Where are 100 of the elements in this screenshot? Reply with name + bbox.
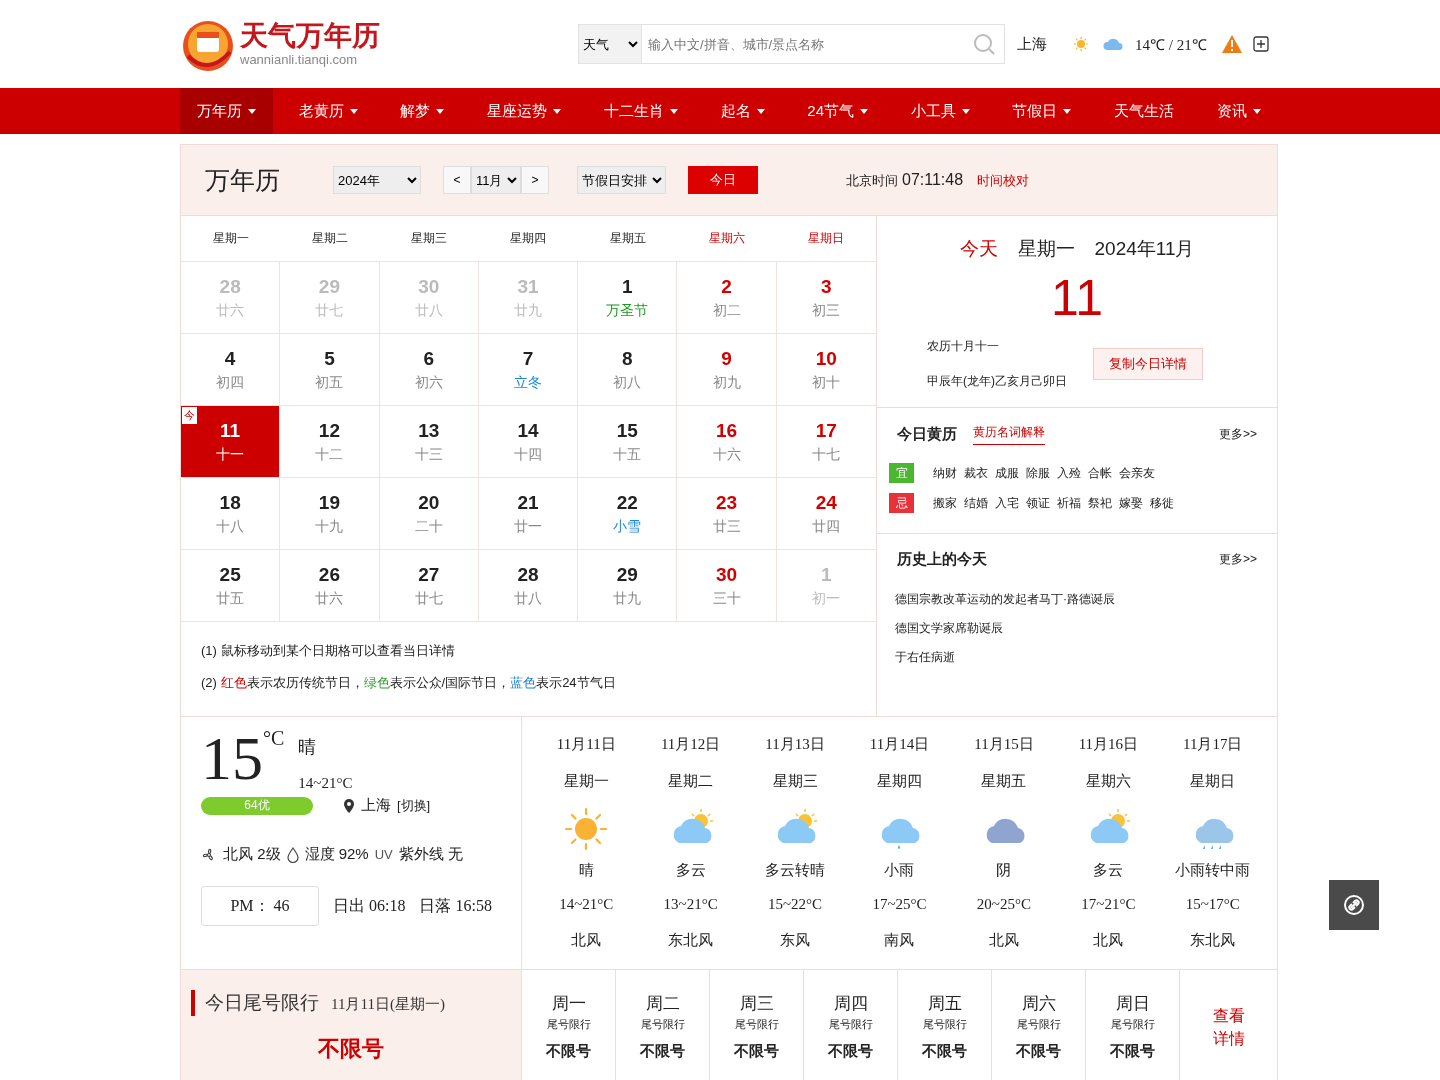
more-link[interactable]: 更多>> (1219, 426, 1257, 443)
date-cell[interactable]: 14 十四 (478, 406, 579, 478)
restriction-value: 不限号 (640, 1042, 685, 1061)
time-sync-link[interactable]: 时间校对 (977, 171, 1030, 190)
prev-month-button[interactable]: < (443, 166, 471, 194)
lunar-date: 廿六 (315, 589, 344, 608)
forecast-weekday: 星期六 (1085, 772, 1131, 791)
view-details-link[interactable]: 查看详情 (1210, 1005, 1247, 1050)
day-number: 15 (616, 419, 638, 442)
date-cell[interactable]: 今 11 十一 (181, 406, 281, 478)
date-cell[interactable]: 3 初三 (776, 262, 876, 334)
share-button[interactable] (1329, 880, 1379, 930)
date-cell[interactable]: 13 十三 (379, 406, 479, 478)
current-temperature: 15 (201, 727, 263, 792)
lunar-date: 十九 (315, 517, 344, 536)
day-number: 19 (318, 491, 340, 514)
history-event-link[interactable]: 于右任病逝 (889, 649, 1257, 666)
cloud-icon (1101, 36, 1125, 52)
forecast-date: 11月12日 (660, 735, 721, 754)
copy-details-button[interactable]: 复制今日详情 (1093, 348, 1203, 380)
date-cell[interactable]: 15 十五 (578, 406, 678, 478)
date-cell[interactable]: 22 小雪 (578, 478, 678, 550)
date-cell[interactable]: 17 十七 (776, 406, 876, 478)
year-select[interactable]: 2024年 (333, 166, 421, 194)
almanac-item: 合帐 (1088, 464, 1112, 482)
restriction-label: 尾号限行 (1016, 1017, 1061, 1032)
date-cell[interactable]: 18 十八 (181, 478, 281, 550)
date-cell[interactable]: 24 廿四 (776, 478, 876, 550)
nav-tab[interactable]: 起名 (703, 88, 782, 134)
date-cell[interactable]: 23 廿三 (677, 478, 777, 550)
holiday-select[interactable]: 节假日安排 (577, 166, 666, 194)
clock-time: 07:11:48 (902, 170, 964, 189)
switch-city-link[interactable]: [切换] (397, 796, 431, 815)
today-button[interactable]: 今日 (688, 166, 758, 194)
almanac-item: 入宅 (995, 494, 1019, 512)
date-cell[interactable]: 25 廿五 (181, 550, 281, 622)
more-link[interactable]: 更多>> (1219, 551, 1257, 568)
date-cell[interactable]: 2 初二 (677, 262, 777, 334)
almanac-item: 除服 (1026, 464, 1050, 482)
history-event-link[interactable]: 德国文学家席勒诞辰 (889, 620, 1257, 637)
caret-icon (436, 108, 445, 114)
city-name[interactable]: 上海 (1017, 34, 1047, 54)
nav-tab[interactable]: 万年历 (180, 88, 273, 134)
weekday-label: 周五 (927, 993, 962, 1015)
next-month-button[interactable]: > (521, 166, 549, 194)
date-cell[interactable]: 20 二十 (379, 478, 479, 550)
date-cell[interactable]: 10 初十 (776, 334, 876, 406)
date-cell[interactable]: 5 初五 (280, 334, 380, 406)
nav-tab[interactable]: 十二生肖 (586, 88, 695, 134)
date-cell[interactable]: 21 廿一 (478, 478, 579, 550)
date-cell[interactable]: 12 十二 (280, 406, 380, 478)
forecast-condition: 多云 (675, 861, 706, 880)
date-cell[interactable]: 29 廿九 (578, 550, 678, 622)
day-number: 29 (616, 563, 638, 586)
plus-icon (1252, 36, 1269, 52)
today-label: 今天 (959, 237, 998, 261)
day-number: 31 (517, 275, 539, 298)
lunar-date: 廿三 (712, 517, 741, 536)
date-cell[interactable]: 1 万圣节 (578, 262, 678, 334)
nav-tab[interactable]: 小工具 (893, 88, 987, 134)
forecast-temperature: 13~21°C (663, 896, 718, 913)
almanac-item: 成服 (995, 464, 1019, 482)
almanac-item: 搬家 (933, 494, 957, 512)
lunar-date: 十一 (216, 445, 245, 464)
glossary-link[interactable]: 黄历名词解释 (973, 424, 1045, 445)
ganzhi-text: 甲辰年(龙年)乙亥月己卯日 (927, 373, 1067, 390)
nav-tab[interactable]: 24节气 (790, 88, 885, 134)
date-cell[interactable]: 6 初六 (379, 334, 479, 406)
restriction-value: 不限号 (828, 1042, 873, 1061)
forecast-condition: 阴 (996, 861, 1012, 880)
date-cell[interactable]: 30 三十 (677, 550, 777, 622)
date-cell[interactable]: 8 初八 (578, 334, 678, 406)
scope-select[interactable]: 天气 (578, 24, 642, 64)
nav-tab[interactable]: 解梦 (383, 88, 462, 134)
nav-tab[interactable]: 星座运势 (470, 88, 579, 134)
nav-tab[interactable]: 老黄历 (281, 88, 375, 134)
search-field[interactable]: 输入中文/拼音、城市/景点名称 (642, 24, 1005, 64)
logo-title[interactable]: 天气万年历 (240, 21, 380, 52)
forecast-wind: 北风 (988, 931, 1019, 950)
logo-domain[interactable]: wannianli.tianqi.com (240, 51, 380, 67)
nav-tab[interactable]: 天气生活 (1097, 88, 1192, 134)
day-number: 11 (220, 419, 241, 442)
almanac-item: 裁衣 (964, 464, 988, 482)
lunar-date: 初二 (712, 301, 741, 320)
lunar-date: 初四 (216, 373, 245, 392)
nav-tab[interactable]: 资讯 (1199, 88, 1278, 134)
history-event-link[interactable]: 德国宗教改革运动的发起者马丁·路德诞辰 (889, 591, 1257, 608)
date-cell[interactable]: 27 廿七 (379, 550, 479, 622)
almanac-item: 入殓 (1057, 464, 1081, 482)
nav-tab[interactable]: 节假日 (995, 88, 1089, 134)
day-number: 16 (716, 419, 738, 442)
date-cell[interactable]: 26 廿六 (280, 550, 380, 622)
date-cell[interactable]: 9 初九 (677, 334, 777, 406)
date-cell[interactable]: 28 廿八 (478, 550, 579, 622)
month-select[interactable]: 11月 (471, 166, 521, 194)
date-cell[interactable]: 7 立冬 (478, 334, 579, 406)
lunar-date: 廿九 (613, 589, 642, 608)
date-cell[interactable]: 19 十九 (280, 478, 380, 550)
day-number: 29 (318, 275, 340, 298)
date-cell[interactable]: 16 十六 (677, 406, 777, 478)
